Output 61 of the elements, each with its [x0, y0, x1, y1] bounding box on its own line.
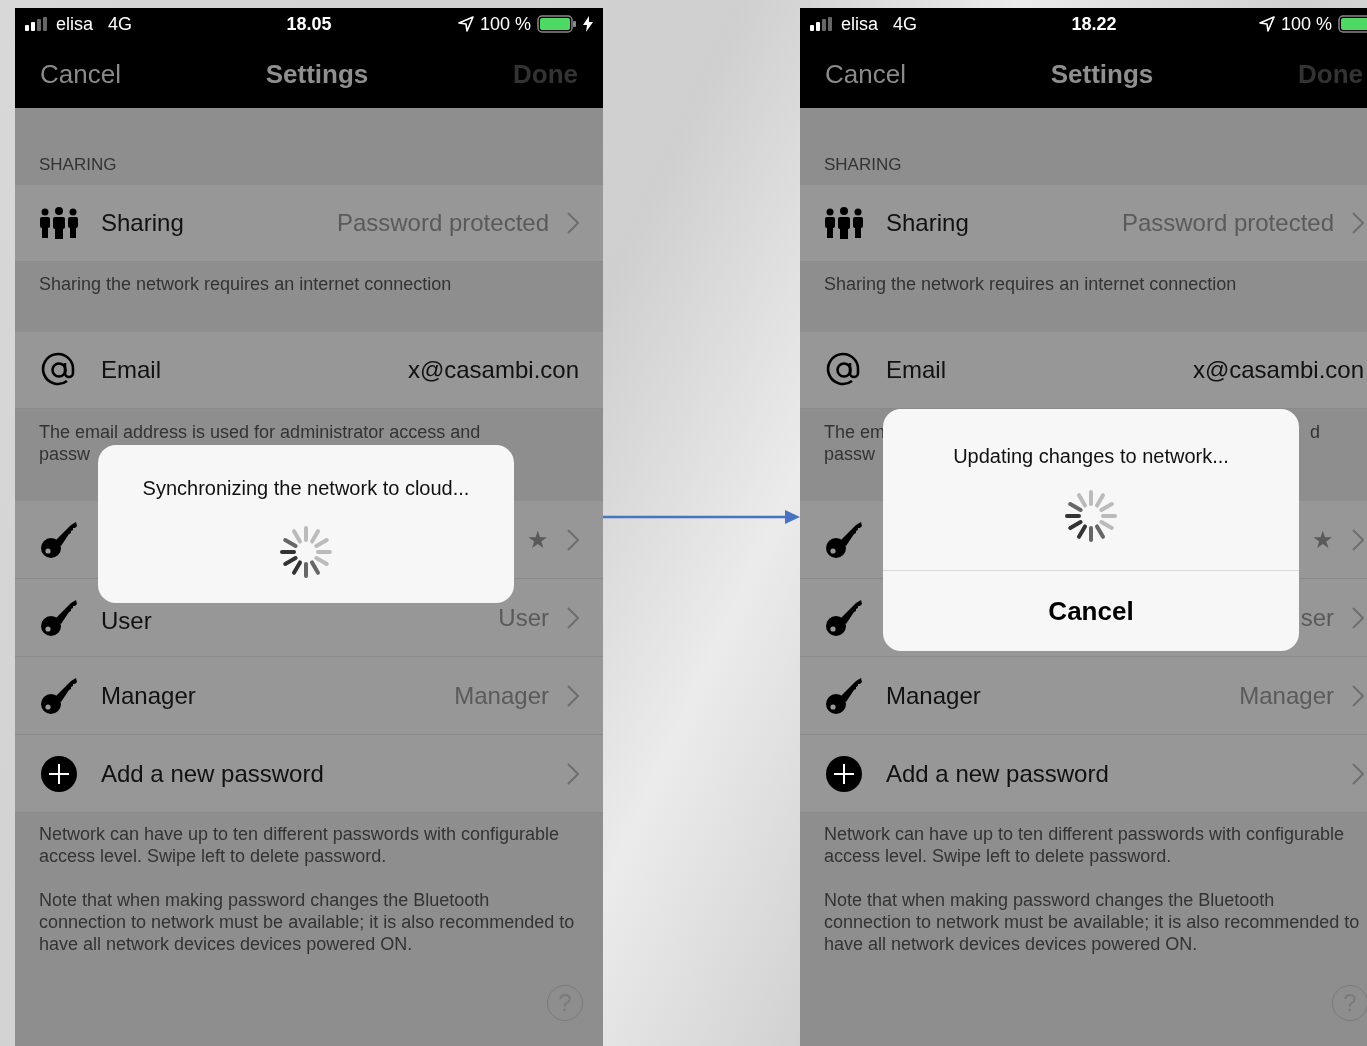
add-password-row[interactable]: Add a new password [15, 735, 603, 813]
email-row[interactable]: Email x@casambi.con [800, 332, 1367, 409]
network-type: 4G [108, 13, 133, 35]
screen-title: Settings [1050, 58, 1154, 90]
chevron-icon [1352, 762, 1364, 785]
email-row[interactable]: Email x@casambi.con [15, 332, 603, 409]
chevron-icon [1352, 212, 1364, 234]
password-note: Network can have up to ten different passwords with configurable access level. Swipe left to delete password. [824, 823, 1345, 867]
sharing-row[interactable]: Sharing Password protected [800, 185, 1367, 262]
network-type: 4G [893, 13, 918, 35]
cancel-button[interactable]: Cancel [825, 58, 906, 90]
chevron-icon [1352, 528, 1364, 551]
chevron-icon [567, 606, 579, 629]
people-icon [39, 207, 79, 239]
dialog-message: Synchronizing the network to cloud... [142, 477, 470, 500]
chevron-icon [567, 212, 579, 234]
sharing-note: Sharing the network requires an internet connection [823, 273, 1238, 296]
plus-icon [39, 754, 79, 793]
add-password-row[interactable]: Add a new password [800, 735, 1367, 813]
chevron-icon [567, 684, 579, 707]
key-icon [39, 520, 79, 559]
battery-percent: 100 % [479, 13, 531, 35]
spinner-icon [1063, 488, 1119, 544]
cancel-button[interactable]: Cancel [40, 58, 121, 90]
battery-icon [537, 15, 577, 33]
chevron-icon [567, 528, 579, 551]
chevron-icon [567, 762, 579, 785]
email-note-text: passw [824, 443, 876, 465]
password-note: Network can have up to ten different passwords with configurable access level. Swipe left to delete password. [39, 823, 560, 867]
key-icon [39, 676, 79, 715]
clock-time: 18.22 [1071, 13, 1117, 35]
spinner-icon [278, 524, 334, 580]
location-icon [1258, 16, 1275, 32]
password-row[interactable]: Manager Manager [800, 657, 1367, 735]
email-note-text: d [1310, 421, 1320, 443]
chevron-icon [1352, 684, 1364, 707]
screen-title: Settings [265, 58, 369, 90]
battery-icon [1338, 15, 1367, 33]
dialog-cancel-button[interactable]: Cancel [883, 570, 1299, 651]
sharing-row[interactable]: Sharing Password protected [15, 185, 603, 262]
section-header: SHARING [823, 154, 903, 176]
clock-time: 18.05 [286, 13, 332, 35]
section-header: SHARING [38, 154, 118, 176]
plus-icon [824, 754, 864, 793]
battery-percent: 100 % [1280, 13, 1332, 35]
carrier-name: elisa [841, 13, 879, 35]
key-icon [824, 676, 864, 715]
password-row[interactable]: Manager Manager [15, 657, 603, 735]
dialog-message: Updating changes to network... [953, 445, 1229, 468]
location-icon [457, 16, 474, 32]
people-icon [824, 207, 864, 239]
sharing-note: Sharing the network requires an internet connection [38, 273, 453, 296]
email-note-text: The email address is used for administrator access and [39, 421, 481, 443]
carrier-name: elisa [56, 13, 94, 35]
chevron-icon [1352, 606, 1364, 629]
password-note: Note that when making password changes the Bluetooth connection to network must be available; it is also recommended to have all network devices devices powered ON. [39, 889, 576, 955]
key-icon [824, 520, 864, 559]
password-note: Note that when making password changes the Bluetooth connection to network must be available; it is also recommended to have all network devices devices powered ON. [824, 889, 1361, 955]
key-icon [824, 598, 864, 637]
email-note-text: passw [39, 443, 91, 465]
key-icon [39, 598, 79, 637]
